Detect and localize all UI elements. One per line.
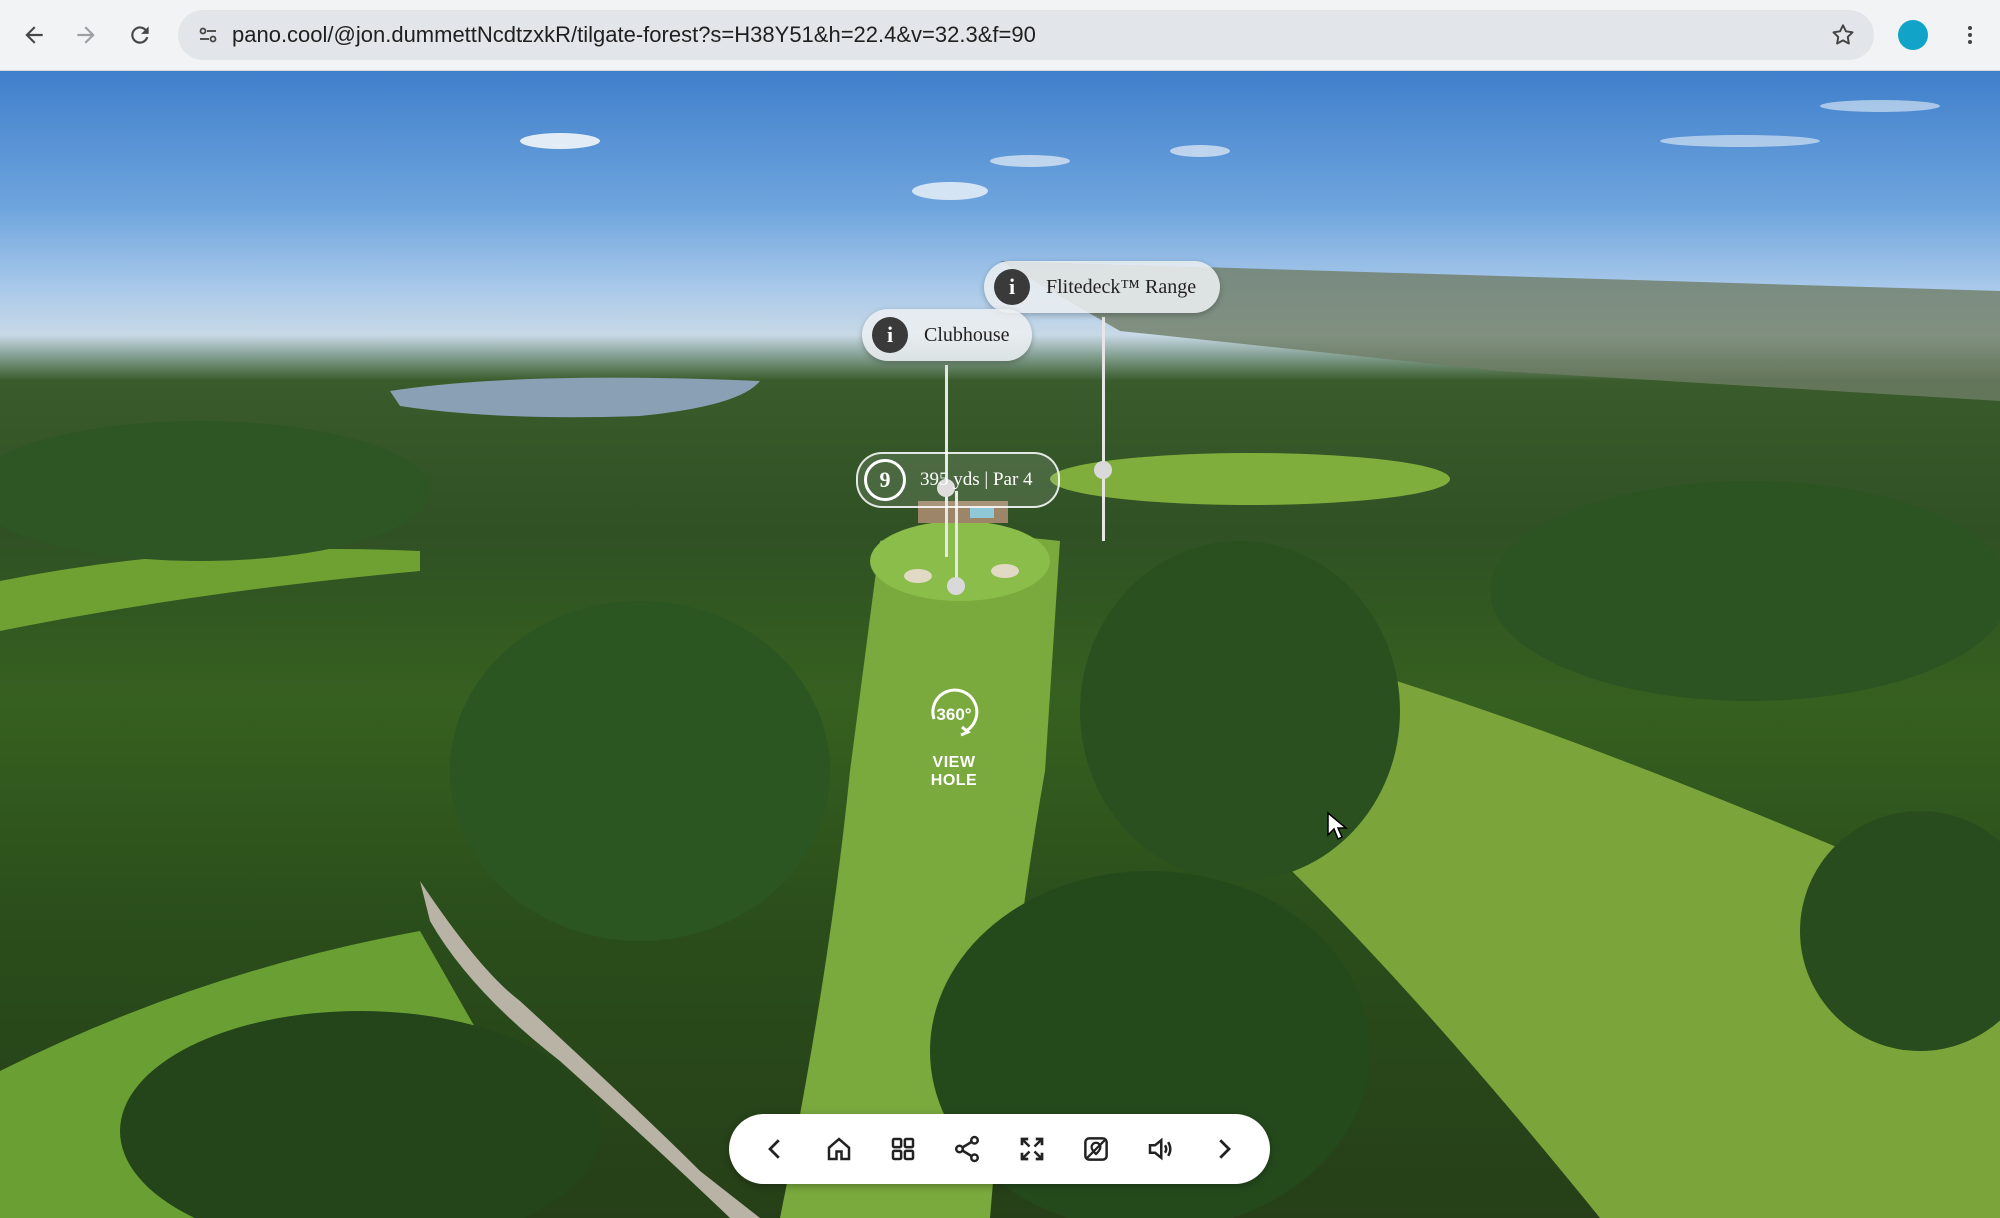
info-icon: i — [872, 317, 908, 353]
browser-toolbar: pano.cool/@jon.dummettNcdtzxkR/tilgate-f… — [0, 0, 2000, 71]
grid-icon — [892, 1137, 915, 1161]
map-button[interactable] — [1072, 1125, 1120, 1173]
forward-button[interactable] — [64, 13, 108, 57]
fullscreen-button[interactable] — [1008, 1125, 1056, 1173]
grid-button[interactable] — [879, 1125, 927, 1173]
hole-yardage-par: 395 yds | Par 4 — [920, 469, 1033, 490]
sound-button[interactable] — [1136, 1125, 1184, 1173]
fullscreen-icon — [1020, 1137, 1043, 1161]
back-arrow-icon — [25, 26, 43, 44]
view-hole-badge: 360° — [936, 705, 971, 724]
flitedeck-anchor-dot[interactable] — [1094, 461, 1112, 479]
bookmark-button[interactable] — [1826, 18, 1860, 52]
more-menu-button[interactable] — [1955, 15, 1985, 55]
previous-button[interactable] — [751, 1125, 799, 1173]
hole-anchor-dot[interactable] — [947, 577, 965, 595]
address-bar[interactable]: pano.cool/@jon.dummettNcdtzxkR/tilgate-f… — [178, 10, 1874, 60]
view-hole-button[interactable]: 360° VIEW HOLE — [912, 685, 996, 790]
back-button[interactable] — [12, 13, 56, 57]
home-button[interactable] — [815, 1125, 863, 1173]
sound-icon — [1148, 1137, 1172, 1161]
hotspot-flitedeck-range[interactable]: i Flitedeck™ Range — [984, 261, 1220, 313]
share-icon — [955, 1135, 980, 1163]
hotspot-label: Clubhouse — [924, 323, 1010, 346]
aerial-golf-course-image — [0, 100, 2000, 1218]
profile-avatar[interactable] — [1898, 20, 1928, 50]
hole-info-tag[interactable]: 9 395 yds | Par 4 — [856, 452, 1060, 508]
hotspot-label: Flitedeck™ Range — [1046, 275, 1197, 298]
hole-number-badge: 9 — [864, 459, 906, 501]
prev-icon — [768, 1139, 780, 1159]
reload-button[interactable] — [118, 13, 162, 57]
info-icon: i — [994, 269, 1030, 305]
hotspot-clubhouse[interactable]: i Clubhouse — [862, 309, 1032, 361]
url-text[interactable]: pano.cool/@jon.dummettNcdtzxkR/tilgate-f… — [232, 10, 1036, 60]
viewer-toolbar — [729, 1114, 1270, 1184]
next-icon — [1219, 1139, 1231, 1159]
more-vert-icon — [1968, 26, 1972, 44]
next-button[interactable] — [1200, 1125, 1248, 1173]
share-button[interactable] — [943, 1125, 991, 1173]
bookmark-star-icon — [1832, 24, 1854, 45]
mouse-cursor-icon — [1327, 811, 1348, 841]
forward-arrow-icon — [77, 26, 95, 44]
360-rotate-icon: 360° — [931, 688, 979, 737]
flitedeck-stem — [1102, 317, 1105, 541]
view-hole-label: VIEW HOLE — [930, 754, 978, 789]
map-icon — [1083, 1137, 1108, 1161]
site-info-icon — [199, 27, 217, 43]
home-icon — [827, 1137, 851, 1161]
reload-icon — [131, 26, 149, 44]
site-info-button[interactable] — [188, 15, 228, 55]
panorama-viewer[interactable]: i Flitedeck™ Range i Clubhouse 9 395 yds… — [0, 71, 2000, 1218]
